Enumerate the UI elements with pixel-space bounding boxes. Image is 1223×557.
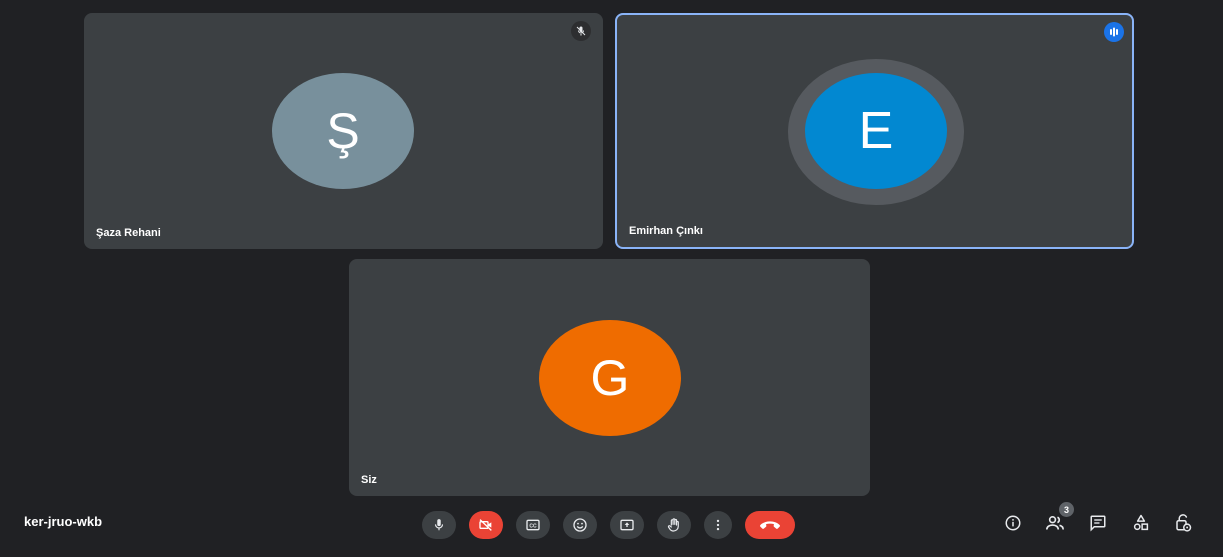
avatar-initial: G [590,350,630,406]
avatar-initial: Ş [326,103,360,159]
avatar-initial: E [858,102,894,160]
more-options-button[interactable] [704,511,732,539]
reactions-button[interactable] [563,511,597,539]
participant-name: Şaza Rehani [96,227,161,239]
participant-name: Siz [361,474,377,486]
end-call-icon [759,518,781,532]
participant-avatar: E [805,73,947,189]
speaking-icon [1104,22,1124,42]
participant-tile-self[interactable]: G Siz [349,259,870,496]
more-options-icon [711,518,725,532]
camera-button[interactable] [469,511,503,539]
chat-button[interactable] [1087,514,1109,536]
people-icon [1045,514,1065,537]
chat-icon [1089,514,1107,537]
participant-name: Emirhan Çınkı [629,225,703,237]
people-button[interactable] [1044,514,1066,536]
host-controls-icon [1174,513,1192,538]
host-controls-button[interactable] [1172,513,1194,538]
svg-text:CC: CC [529,523,537,529]
participant-avatar: Ş [272,73,414,189]
people-count-badge: 3 [1059,502,1074,517]
meeting-code: ker-jruo-wkb [24,514,103,529]
info-icon [1004,514,1022,537]
mic-off-icon [571,21,591,41]
emoji-icon [572,517,588,533]
mic-button[interactable] [422,511,456,539]
captions-button[interactable]: CC [516,511,550,539]
present-button[interactable] [610,511,644,539]
meeting-info-button[interactable] [1002,514,1024,536]
camera-off-icon [478,517,494,533]
raise-hand-button[interactable] [657,511,691,539]
captions-icon: CC [525,517,541,533]
participant-avatar: G [539,320,681,436]
raise-hand-icon [666,517,682,533]
end-call-button[interactable] [745,511,795,539]
activities-button[interactable] [1130,514,1152,536]
participant-tile-saza[interactable]: Ş Şaza Rehani [84,13,603,249]
participant-tile-emirhan[interactable]: E Emirhan Çınkı [615,13,1134,249]
activities-icon [1132,514,1150,537]
present-screen-icon [619,517,635,533]
mic-icon [432,518,446,532]
